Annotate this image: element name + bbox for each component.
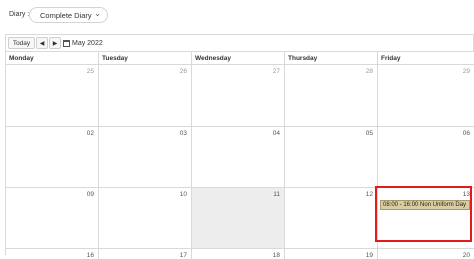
day-number: 06 [462,130,470,137]
weekday-header: Wednesday [192,52,285,65]
day-cell[interactable]: 13 [378,188,474,249]
day-number: 27 [272,68,280,75]
weekday-header-row: Monday Tuesday Wednesday Thursday Friday [6,51,474,65]
day-number: 26 [179,68,187,75]
day-cell[interactable]: 02 [6,127,99,188]
day-number: 25 [86,68,94,75]
day-number: 13 [462,191,470,198]
day-cell[interactable]: 27 [192,65,285,127]
chevron-down-icon: ⌄ [94,9,101,18]
day-number: 16 [86,252,94,259]
day-number: 05 [365,130,373,137]
day-cell[interactable]: 29 [378,65,474,127]
day-number: 04 [272,130,280,137]
day-number: 19 [365,252,373,259]
weekday-header: Tuesday [99,52,192,65]
day-number: 17 [179,252,187,259]
weekday-header: Monday [6,52,99,65]
day-number: 02 [86,130,94,137]
month-grid: Monday Tuesday Wednesday Thursday Friday… [5,51,474,259]
day-cell[interactable]: 28 [285,65,378,127]
day-cell[interactable]: 06 [378,127,474,188]
prev-month-button[interactable]: ◀ [36,37,48,49]
weekday-header: Friday [381,55,401,62]
day-cell[interactable]: 17 [99,249,192,259]
calendar-icon [63,39,70,47]
weekday-header: Thursday [285,52,378,65]
day-cell[interactable]: 04 [192,127,285,188]
day-cell[interactable]: 09 [6,188,99,249]
next-month-button[interactable]: ▶ [49,37,61,49]
day-number: 18 [272,252,280,259]
top-bar: Diary : Complete Diary ⌄ [0,0,474,32]
day-cell[interactable]: 10 [99,188,192,249]
day-cell[interactable]: 12 [285,188,378,249]
day-cell[interactable]: 18 [192,249,285,259]
day-number: 29 [462,68,470,75]
day-cell[interactable]: 19 [285,249,378,259]
day-number: 28 [365,68,373,75]
day-cell[interactable]: 20 [378,249,474,259]
day-number: 12 [365,191,373,198]
date-picker-button[interactable]: May 2022 [63,37,103,49]
diary-label: Diary : [9,11,30,18]
day-number: 03 [179,130,187,137]
current-period: May 2022 [72,39,103,47]
calendar-event[interactable]: 08:00 - 16:00 Non Uniform Day [380,200,470,210]
day-cell-today[interactable]: 11 [192,188,285,249]
today-button[interactable]: Today [8,37,35,49]
day-number: 10 [179,191,187,198]
diary-select[interactable]: Complete Diary ⌄ [29,7,108,23]
day-number: 20 [462,252,470,259]
diary-select-value: Complete Diary [40,11,92,20]
day-cell[interactable]: 25 [6,65,99,127]
day-cell[interactable]: 05 [285,127,378,188]
day-cell[interactable]: 03 [99,127,192,188]
day-number: 11 [273,191,280,198]
day-cell[interactable]: 16 [6,249,99,259]
day-number: 09 [86,191,94,198]
calendar-toolbar: Today ◀ ▶ May 2022 [5,34,474,51]
day-cell[interactable]: 26 [99,65,192,127]
